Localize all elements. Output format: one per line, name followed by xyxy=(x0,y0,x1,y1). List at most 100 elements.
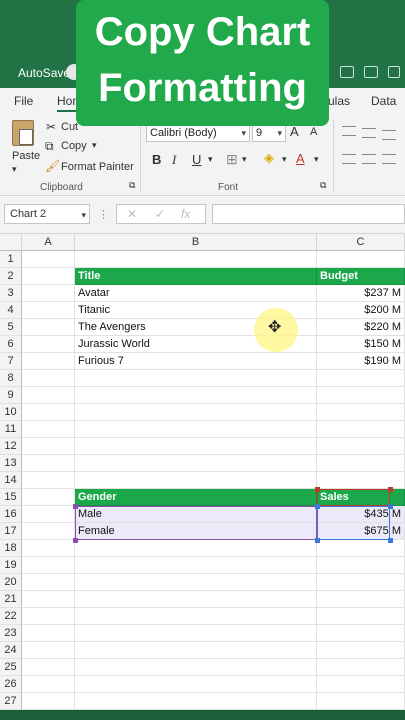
grid-cell[interactable] xyxy=(317,574,405,591)
grid-cell[interactable] xyxy=(22,540,75,557)
row-header[interactable]: 19 xyxy=(0,557,22,574)
copy-button[interactable]: Copy xyxy=(61,140,87,152)
font-color-dropdown-icon[interactable]: ▾ xyxy=(314,154,319,165)
grid-cell[interactable] xyxy=(75,404,317,421)
grid-cell[interactable] xyxy=(22,455,75,472)
tab-file[interactable]: File xyxy=(14,94,33,108)
row-header[interactable]: 23 xyxy=(0,625,22,642)
row-header[interactable]: 13 xyxy=(0,455,22,472)
grid-cell[interactable] xyxy=(75,693,317,710)
table-cell[interactable]: Furious 7 xyxy=(75,353,317,370)
range-resize-handle[interactable] xyxy=(73,504,78,509)
row-header[interactable]: 6 xyxy=(0,336,22,353)
table-cell[interactable]: $220 M xyxy=(317,319,405,336)
grid-cell[interactable] xyxy=(317,693,405,710)
grid-cell[interactable] xyxy=(317,455,405,472)
name-box[interactable]: Chart 2 ▾ xyxy=(4,204,90,224)
grid-cell[interactable] xyxy=(75,387,317,404)
grid-cell[interactable] xyxy=(22,659,75,676)
grid-cell[interactable] xyxy=(22,387,75,404)
grid-cell[interactable] xyxy=(22,285,75,302)
row-header[interactable]: 27 xyxy=(0,693,22,710)
grid-cell[interactable] xyxy=(317,404,405,421)
clipboard-launcher-icon[interactable]: ⧉ xyxy=(129,180,135,191)
grid-cell[interactable] xyxy=(22,489,75,506)
formula-input[interactable] xyxy=(212,204,405,224)
grid-cell[interactable] xyxy=(75,455,317,472)
table-header-cell[interactable]: Title xyxy=(75,268,317,285)
align-center-icon[interactable] xyxy=(362,154,376,164)
row-header[interactable]: 4 xyxy=(0,302,22,319)
cancel-icon[interactable]: ✕ xyxy=(127,205,137,223)
paste-button[interactable]: Paste xyxy=(12,150,40,162)
borders-dropdown-icon[interactable]: ▾ xyxy=(242,154,247,165)
grid-cell[interactable] xyxy=(75,642,317,659)
row-header[interactable]: 22 xyxy=(0,608,22,625)
grid-cell[interactable] xyxy=(22,319,75,336)
grid-cell[interactable] xyxy=(75,421,317,438)
column-header-b[interactable]: B xyxy=(75,234,317,251)
layout-icon[interactable] xyxy=(340,66,354,78)
row-header[interactable]: 25 xyxy=(0,659,22,676)
paste-dropdown-icon[interactable]: ▾ xyxy=(12,164,17,175)
grid-cell[interactable] xyxy=(75,557,317,574)
align-bottom-icon[interactable] xyxy=(382,130,396,140)
copy-dropdown-icon[interactable]: ▾ xyxy=(92,140,97,151)
grid-cell[interactable] xyxy=(22,642,75,659)
grid-cell[interactable] xyxy=(22,591,75,608)
row-header[interactable]: 11 xyxy=(0,421,22,438)
grid-cell[interactable] xyxy=(22,370,75,387)
row-header[interactable]: 26 xyxy=(0,676,22,693)
grid-cell[interactable] xyxy=(75,574,317,591)
row-header[interactable]: 14 xyxy=(0,472,22,489)
table-cell[interactable]: Avatar xyxy=(75,285,317,302)
grid-cell[interactable] xyxy=(22,302,75,319)
align-left-icon[interactable] xyxy=(342,154,356,164)
table-cell[interactable]: $237 M xyxy=(317,285,405,302)
grid-cell[interactable] xyxy=(75,251,317,268)
range-resize-handle[interactable] xyxy=(315,504,320,509)
row-header[interactable]: 3 xyxy=(0,285,22,302)
table-cell[interactable]: $190 M xyxy=(317,353,405,370)
grid-cell[interactable] xyxy=(317,659,405,676)
fill-color-icon[interactable]: ◈ xyxy=(264,150,274,166)
grid-cell[interactable] xyxy=(317,591,405,608)
row-header[interactable]: 8 xyxy=(0,370,22,387)
grid-cell[interactable] xyxy=(22,557,75,574)
row-header[interactable]: 5 xyxy=(0,319,22,336)
column-header-c[interactable]: C xyxy=(317,234,405,251)
grid-cell[interactable] xyxy=(317,251,405,268)
row-header[interactable]: 9 xyxy=(0,387,22,404)
row-header[interactable]: 12 xyxy=(0,438,22,455)
row-header[interactable]: 7 xyxy=(0,353,22,370)
grid-cell[interactable] xyxy=(317,421,405,438)
grid-cell[interactable] xyxy=(317,642,405,659)
grid-cell[interactable] xyxy=(75,472,317,489)
increase-font-button[interactable]: A xyxy=(290,124,299,139)
font-name-select[interactable]: Calibri (Body) ▾ xyxy=(146,124,250,142)
table-cell[interactable]: $200 M xyxy=(317,302,405,319)
bold-button[interactable]: B xyxy=(152,152,161,167)
insert-function-icon[interactable]: fx xyxy=(181,205,190,223)
format-painter-button[interactable]: Format Painter xyxy=(61,161,134,173)
grid-cell[interactable] xyxy=(75,625,317,642)
picture-icon[interactable] xyxy=(364,66,378,78)
grid-cell[interactable] xyxy=(75,438,317,455)
table-cell[interactable]: Male xyxy=(75,506,317,523)
borders-icon[interactable]: ⊞ xyxy=(226,151,238,168)
table-cell[interactable]: Female xyxy=(75,523,317,540)
range-resize-handle[interactable] xyxy=(315,487,320,492)
grid-cell[interactable] xyxy=(22,676,75,693)
range-resize-handle[interactable] xyxy=(388,504,393,509)
grid-cell[interactable] xyxy=(317,557,405,574)
tab-formulas[interactable]: ulas xyxy=(328,94,350,108)
align-middle-icon[interactable] xyxy=(362,128,376,138)
range-resize-handle[interactable] xyxy=(388,487,393,492)
grid-cell[interactable] xyxy=(317,387,405,404)
font-size-select[interactable]: 9 ▾ xyxy=(252,124,286,142)
row-header[interactable]: 21 xyxy=(0,591,22,608)
decrease-font-button[interactable]: A xyxy=(310,126,317,138)
grid-cell[interactable] xyxy=(22,506,75,523)
underline-dropdown-icon[interactable]: ▾ xyxy=(208,154,213,165)
row-header[interactable]: 17 xyxy=(0,523,22,540)
